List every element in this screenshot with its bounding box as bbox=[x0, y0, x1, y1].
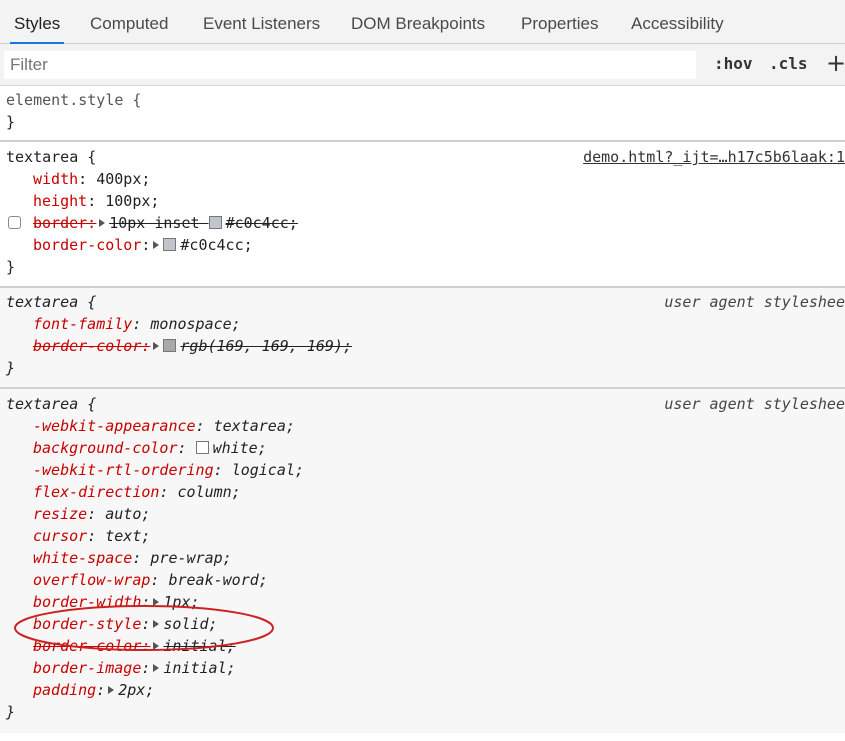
property-name: background-color bbox=[33, 439, 178, 457]
rule-textarea-user-agent-2: textarea { user agent styleshee -webkit-… bbox=[0, 389, 845, 733]
rule-close-brace: } bbox=[6, 359, 16, 377]
tab-dom-breakpoints[interactable]: DOM Breakpoints bbox=[351, 0, 485, 43]
expand-triangle-icon[interactable] bbox=[153, 597, 160, 606]
tab-event-listeners[interactable]: Event Listeners bbox=[203, 0, 320, 43]
declaration-border-color[interactable]: border-color: initial; bbox=[0, 635, 845, 657]
expand-triangle-icon[interactable] bbox=[99, 218, 106, 227]
declaration-background-color[interactable]: background-color: white; bbox=[0, 437, 845, 459]
declaration-webkit-appearance[interactable]: -webkit-appearance: textarea; bbox=[0, 415, 845, 437]
color-swatch[interactable] bbox=[208, 216, 222, 229]
rule-source: user agent styleshee bbox=[664, 395, 845, 413]
property-name: border-image bbox=[33, 659, 142, 677]
property-name: height bbox=[33, 192, 88, 210]
property-value: 400px; bbox=[96, 170, 151, 188]
declaration-border-image[interactable]: border-image: initial; bbox=[0, 657, 845, 679]
property-name: width bbox=[33, 170, 79, 188]
style-rules: element.style { } textarea { demo.html?_… bbox=[0, 86, 845, 733]
declaration-cursor[interactable]: cursor: text; bbox=[0, 525, 845, 547]
property-value: 2px; bbox=[118, 681, 155, 699]
property-name: -webkit-rtl-ordering bbox=[33, 461, 214, 479]
property-name: border-color: bbox=[33, 337, 151, 355]
declaration-border-color[interactable]: border-color: rgb(169, 169, 169); bbox=[0, 335, 845, 357]
rule-source-link[interactable]: demo.html?_ijt=…h17c5b6laak:1 bbox=[583, 146, 845, 168]
property-name: overflow-wrap bbox=[33, 571, 151, 589]
property-value: pre-wrap; bbox=[150, 549, 232, 567]
property-value: 10px inset bbox=[109, 214, 200, 232]
rule-element-style: element.style { } bbox=[0, 86, 845, 142]
property-name: flex-direction bbox=[33, 483, 160, 501]
property-value: rgb(169, 169, 169); bbox=[180, 337, 352, 355]
class-toggle[interactable]: .cls bbox=[769, 54, 808, 73]
declaration-flex-direction[interactable]: flex-direction: column; bbox=[0, 481, 845, 503]
property-value: textarea; bbox=[213, 417, 295, 435]
property-value: white; bbox=[212, 439, 267, 457]
color-swatch[interactable] bbox=[163, 238, 177, 251]
tab-computed[interactable]: Computed bbox=[90, 0, 168, 43]
property-name: -webkit-appearance bbox=[33, 417, 196, 435]
property-name: cursor bbox=[33, 527, 88, 545]
color-swatch[interactable] bbox=[195, 441, 209, 454]
rule-textarea-author: textarea { demo.html?_ijt=…h17c5b6laak:1… bbox=[0, 142, 845, 288]
rule-selector: textarea { bbox=[6, 395, 97, 413]
declaration-checkbox[interactable] bbox=[8, 216, 21, 229]
property-name: border: bbox=[33, 214, 97, 232]
property-value-color: #c0c4cc; bbox=[225, 214, 298, 232]
declaration-font-family[interactable]: font-family: monospace; bbox=[0, 313, 845, 335]
declaration-height[interactable]: height: 100px; bbox=[0, 190, 845, 212]
property-value: text; bbox=[105, 527, 151, 545]
property-name: border-style bbox=[33, 615, 142, 633]
new-rule-icon[interactable]: + bbox=[826, 49, 845, 77]
property-value: initial; bbox=[163, 659, 236, 677]
tab-bar: Styles Computed Event Listeners DOM Brea… bbox=[0, 0, 845, 44]
expand-triangle-icon[interactable] bbox=[153, 641, 160, 650]
tab-properties[interactable]: Properties bbox=[521, 0, 598, 43]
rule-source: user agent styleshee bbox=[664, 293, 845, 311]
tab-accessibility[interactable]: Accessibility bbox=[631, 0, 724, 43]
declaration-padding[interactable]: padding: 2px; bbox=[0, 679, 845, 701]
property-name: border-color bbox=[33, 236, 142, 254]
property-name: border-width bbox=[33, 593, 142, 611]
color-swatch[interactable] bbox=[163, 339, 177, 352]
property-value: 1px; bbox=[163, 593, 200, 611]
declaration-border-color[interactable]: border-color: #c0c4cc; bbox=[0, 234, 845, 256]
hover-state-toggle[interactable]: :hov bbox=[714, 54, 753, 73]
declaration-overflow-wrap[interactable]: overflow-wrap: break-word; bbox=[0, 569, 845, 591]
expand-triangle-icon[interactable] bbox=[153, 240, 160, 249]
declaration-webkit-rtl-ordering[interactable]: -webkit-rtl-ordering: logical; bbox=[0, 459, 845, 481]
property-value: solid; bbox=[163, 615, 218, 633]
declaration-resize[interactable]: resize: auto; bbox=[0, 503, 845, 525]
declaration-border-style[interactable]: border-style: solid; bbox=[0, 613, 845, 635]
property-value: auto; bbox=[105, 505, 151, 523]
filter-input[interactable] bbox=[4, 51, 696, 79]
expand-triangle-icon[interactable] bbox=[153, 341, 160, 350]
property-name: border-color: bbox=[33, 637, 151, 655]
expand-triangle-icon[interactable] bbox=[153, 663, 160, 672]
rule-textarea-user-agent-1: textarea { user agent styleshee font-fam… bbox=[0, 288, 845, 389]
rule-close-brace: } bbox=[6, 258, 16, 276]
property-name: resize bbox=[33, 505, 88, 523]
filter-bar: :hov .cls + bbox=[0, 44, 845, 86]
declaration-border[interactable]: border: 10px inset #c0c4cc; bbox=[0, 212, 845, 234]
rule-selector[interactable]: textarea { bbox=[6, 146, 96, 168]
property-value: 100px; bbox=[105, 192, 160, 210]
property-value: #c0c4cc; bbox=[180, 236, 253, 254]
rule-selector: textarea { bbox=[6, 293, 97, 311]
expand-triangle-icon[interactable] bbox=[108, 685, 115, 694]
rule-selector[interactable]: element.style { bbox=[6, 89, 141, 111]
property-value: initial; bbox=[163, 637, 236, 655]
expand-triangle-icon[interactable] bbox=[153, 619, 160, 628]
property-value: break-word; bbox=[168, 571, 268, 589]
declaration-white-space[interactable]: white-space: pre-wrap; bbox=[0, 547, 845, 569]
property-value: monospace; bbox=[150, 315, 241, 333]
property-name: padding bbox=[33, 681, 97, 699]
declaration-border-width[interactable]: border-width: 1px; bbox=[0, 591, 845, 613]
property-name: font-family bbox=[33, 315, 133, 333]
declaration-width[interactable]: width: 400px; bbox=[0, 168, 845, 190]
rule-close-brace: } bbox=[6, 703, 16, 721]
property-name: white-space bbox=[33, 549, 133, 567]
rule-close-brace: } bbox=[6, 113, 16, 131]
property-value: logical; bbox=[231, 461, 304, 479]
tab-styles[interactable]: Styles bbox=[9, 0, 65, 44]
property-value: column; bbox=[177, 483, 241, 501]
